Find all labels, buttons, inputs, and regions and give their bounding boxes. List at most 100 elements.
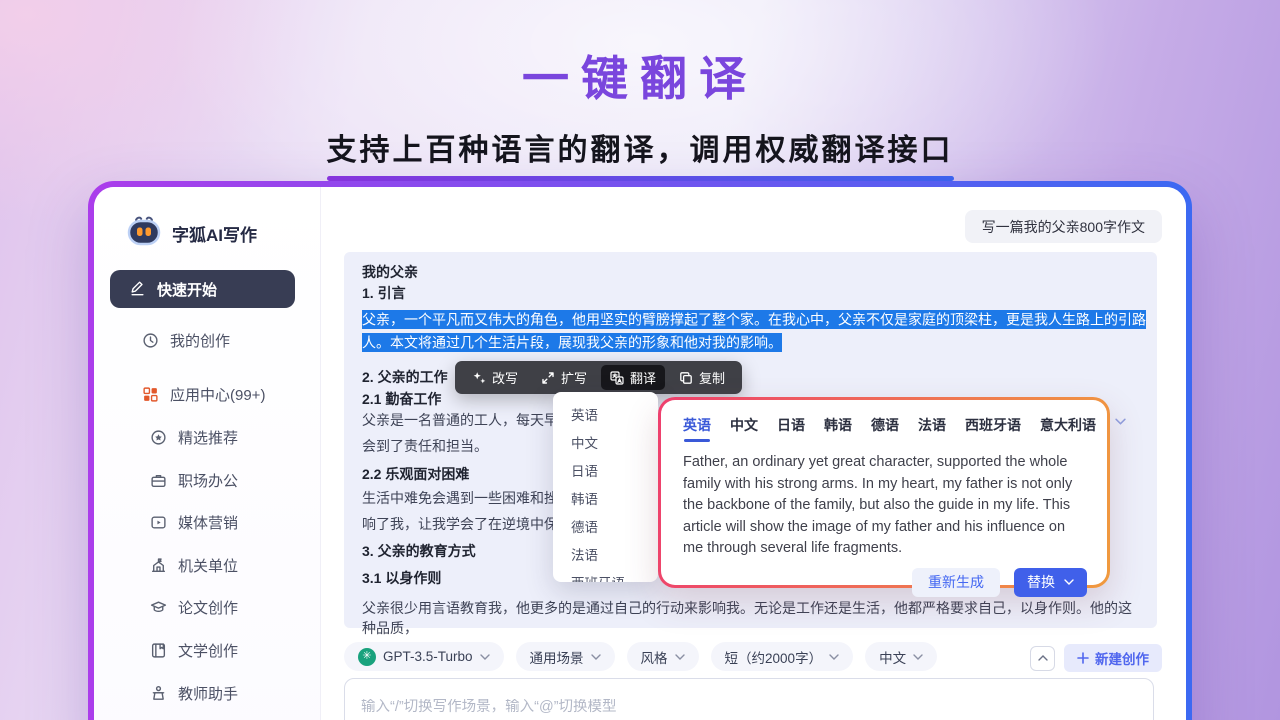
sidebar-item-quick-start[interactable]: 快速开始: [110, 270, 295, 308]
sidebar-item-label: 我的创作: [170, 330, 230, 351]
subtitle-row: 支持上百种语言的翻译，调用权威翻译接口: [0, 125, 1280, 181]
expand-label: 扩写: [561, 368, 587, 387]
sidebar-item-label: 文学创作: [178, 640, 238, 661]
language-option-english[interactable]: 英语: [553, 402, 658, 430]
sidebar-item-my-creations[interactable]: 我的创作: [142, 330, 230, 351]
new-creation-label: 新建创作: [1095, 648, 1149, 668]
sidebar-item-paper[interactable]: 论文创作: [150, 597, 238, 618]
chevron-down-icon: [913, 654, 923, 660]
language-option-german[interactable]: 德语: [553, 514, 658, 542]
selected-paragraph[interactable]: 父亲，一个平凡而又伟大的角色，他用坚实的臂膀撑起了整个家。在我心中，父亲不仅是家…: [362, 308, 1146, 354]
chevron-up-icon: [1038, 655, 1048, 661]
tabs-chevron-down-icon[interactable]: [1115, 415, 1126, 425]
translate-popup-tabs: 英语 中文 日语 韩语 德语 法语 西班牙语 意大利语: [683, 415, 1087, 442]
magic-wand-icon: [472, 371, 486, 385]
composer: [344, 678, 1154, 720]
user-prompt-chip: 写一篇我的父亲800字作文: [965, 210, 1162, 243]
translate-popup: 英语 中文 日语 韩语 德语 法语 西班牙语 意大利语 Father, an o…: [658, 397, 1110, 588]
tab-italian[interactable]: 意大利语: [1040, 415, 1096, 442]
tab-english[interactable]: 英语: [683, 415, 711, 442]
sidebar-item-government[interactable]: 机关单位: [150, 555, 238, 576]
sidebar-item-label: 教师助手: [178, 683, 238, 704]
tab-spanish[interactable]: 西班牙语: [965, 415, 1021, 442]
collapse-button[interactable]: [1030, 646, 1055, 671]
clock-icon: [142, 332, 159, 349]
sidebar-item-label: 论文创作: [178, 597, 238, 618]
length-selector[interactable]: 短（约2000字）: [711, 642, 854, 671]
chevron-down-icon: [675, 654, 685, 660]
style-selector[interactable]: 风格: [627, 642, 699, 671]
app-logo: 字狐AI写作: [126, 214, 257, 253]
output-language-label: 中文: [879, 647, 906, 667]
expand-arrows-icon: [541, 371, 555, 385]
pencil-icon: [129, 279, 146, 300]
language-option-spanish[interactable]: 西班牙语: [553, 570, 658, 582]
sidebar-item-label: 媒体营销: [178, 512, 238, 533]
video-icon: [150, 514, 167, 531]
selection-toolbar: 改写 扩写 翻译: [455, 361, 742, 394]
chevron-down-icon: [829, 654, 839, 660]
translate-label: 翻译: [630, 368, 656, 387]
scene-selector[interactable]: 通用场景: [516, 642, 615, 671]
model-label: GPT-3.5-Turbo: [383, 649, 473, 664]
translation-result: Father, an ordinary yet great character,…: [683, 452, 1087, 560]
sidebar-item-label: 职场办公: [178, 470, 238, 491]
language-dropdown: 英语 中文 日语 韩语 德语 法语 西班牙语: [553, 392, 658, 582]
popup-actions: 重新生成 替换: [683, 568, 1087, 597]
length-label: 短（约2000字）: [725, 647, 823, 667]
rewrite-label: 改写: [492, 368, 518, 387]
lectern-icon: [150, 685, 167, 702]
replace-button[interactable]: 替换: [1014, 568, 1087, 597]
composer-input[interactable]: [361, 699, 1137, 715]
text-selection: 父亲，一个平凡而又伟大的角色，他用坚实的臂膀撑起了整个家。在我心中，父亲不仅是家…: [362, 310, 1146, 352]
copy-label: 复制: [699, 368, 725, 387]
page-subtitle: 支持上百种语言的翻译，调用权威翻译接口: [327, 125, 954, 181]
sidebar-item-office[interactable]: 职场办公: [150, 470, 238, 491]
chevron-down-icon: [480, 654, 490, 660]
translate-button[interactable]: 翻译: [601, 365, 665, 390]
tab-french[interactable]: 法语: [918, 415, 946, 442]
sidebar-item-featured[interactable]: 精选推荐: [150, 427, 238, 448]
chevron-down-icon: [1064, 579, 1074, 585]
new-creation-button[interactable]: 新建创作: [1064, 644, 1162, 672]
tab-german[interactable]: 德语: [871, 415, 899, 442]
sidebar-item-label: 机关单位: [178, 555, 238, 576]
regenerate-button[interactable]: 重新生成: [912, 568, 1000, 597]
rewrite-button[interactable]: 改写: [463, 365, 527, 390]
expand-button[interactable]: 扩写: [532, 365, 596, 390]
graduation-cap-icon: [150, 599, 167, 616]
sidebar-item-teacher[interactable]: 教师助手: [150, 683, 238, 704]
model-selector[interactable]: ✳ GPT-3.5-Turbo: [344, 642, 504, 671]
language-option-korean[interactable]: 韩语: [553, 486, 658, 514]
sidebar-item-literature[interactable]: 文学创作: [150, 640, 238, 661]
generation-controls: ✳ GPT-3.5-Turbo 通用场景 风格: [344, 642, 937, 671]
grid-icon: [142, 386, 159, 403]
copy-icon: [679, 371, 693, 385]
page: 一键翻译 支持上百种语言的翻译，调用权威翻译接口: [0, 0, 1280, 720]
app-name: 字狐AI写作: [172, 221, 257, 246]
tab-chinese[interactable]: 中文: [730, 415, 758, 442]
star-badge-icon: [150, 429, 167, 446]
language-option-french[interactable]: 法语: [553, 542, 658, 570]
language-option-japanese[interactable]: 日语: [553, 458, 658, 486]
sidebar-item-app-center[interactable]: 应用中心(99+): [142, 384, 265, 405]
language-option-chinese[interactable]: 中文: [553, 430, 658, 458]
sidebar-item-label: 应用中心(99+): [170, 384, 265, 405]
sidebar-item-label: 精选推荐: [178, 427, 238, 448]
style-label: 风格: [641, 647, 668, 667]
copy-button[interactable]: 复制: [670, 365, 734, 390]
tab-japanese[interactable]: 日语: [777, 415, 805, 442]
output-language-selector[interactable]: 中文: [865, 642, 937, 671]
replace-label: 替换: [1027, 572, 1055, 592]
translate-icon: [610, 371, 624, 385]
book-icon: [150, 642, 167, 659]
sidebar-item-media[interactable]: 媒体营销: [150, 512, 238, 533]
building-icon: [150, 557, 167, 574]
sidebar: 字狐AI写作 快速开始 我的创作: [94, 187, 321, 720]
scene-label: 通用场景: [530, 647, 584, 667]
openai-icon: ✳: [358, 648, 376, 666]
doc-title: 我的父亲: [362, 262, 1141, 282]
tab-korean[interactable]: 韩语: [824, 415, 852, 442]
page-subtitle-text: 支持上百种语言的翻译，调用权威翻译接口: [327, 134, 954, 167]
right-controls: 新建创作: [1030, 644, 1162, 672]
